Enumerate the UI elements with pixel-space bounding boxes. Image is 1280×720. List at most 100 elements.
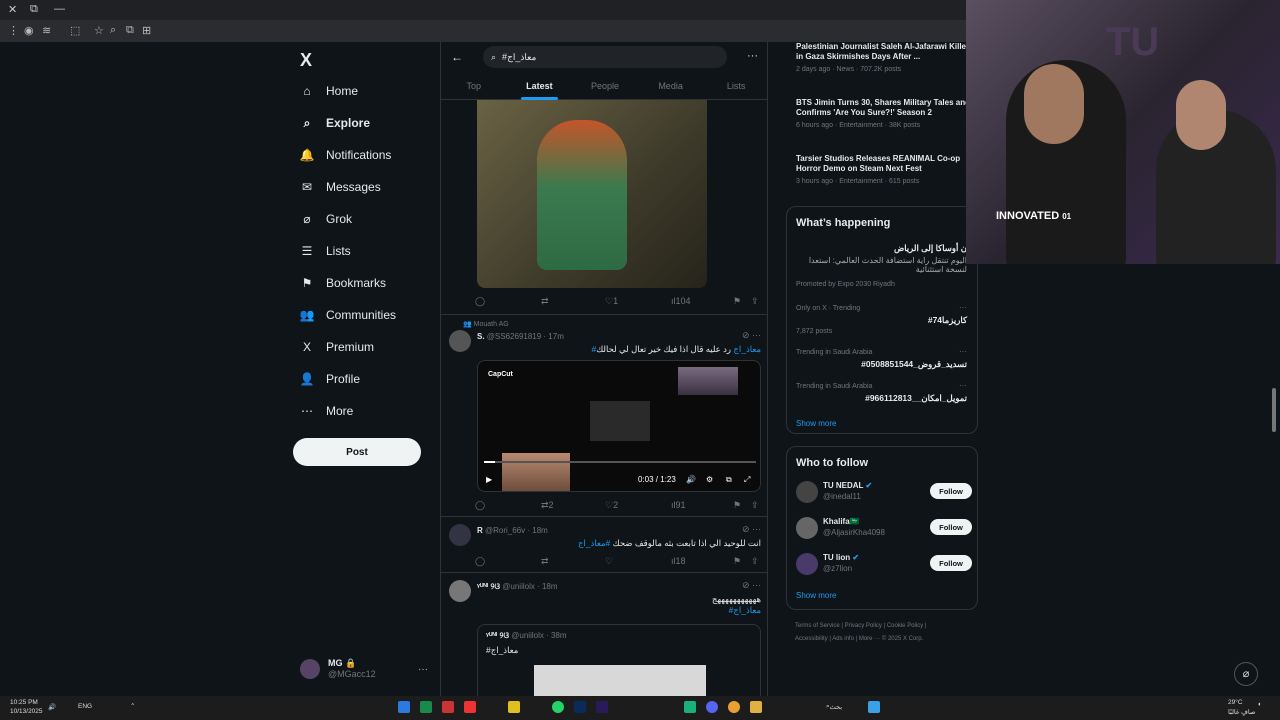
avatar[interactable]	[449, 524, 471, 546]
weather-icon[interactable]: ◐	[1258, 701, 1262, 708]
profile-icon[interactable]: ◉	[24, 24, 34, 37]
bookmark-icon[interactable]: ⚑	[733, 556, 741, 567]
trend-name[interactable]: #تمويل_امكان__966112813	[865, 393, 967, 404]
tab-top[interactable]: Top	[441, 76, 507, 100]
avatar[interactable]	[449, 330, 471, 352]
close-window-icon[interactable]: ✕	[8, 3, 17, 16]
trend-name[interactable]: #تسديد_قروض_0508851544	[861, 359, 967, 370]
trend-name[interactable]: #كاريزما74	[928, 315, 967, 326]
hashtag-link[interactable]: #معاذ_اج	[729, 605, 761, 616]
pip-icon[interactable]: ⧉	[726, 475, 732, 485]
account-more-icon[interactable]: ···	[418, 664, 428, 675]
repost-icon[interactable]: ⇄ 2	[541, 500, 554, 511]
tab-media[interactable]: Media	[638, 76, 704, 100]
play-icon[interactable]: ▶	[486, 475, 492, 484]
translate-icon[interactable]: ⧉	[126, 24, 134, 37]
tab-latest[interactable]: Latest	[507, 76, 573, 100]
taskbar-app-icon[interactable]	[442, 701, 454, 713]
tweet-author[interactable]: R @Rori_66v · 18m	[477, 526, 548, 535]
grok-fab-icon[interactable]: ⌀	[1234, 662, 1258, 686]
follow-button[interactable]: Follow	[930, 519, 972, 535]
sidebar-item-premium[interactable]: X Premium	[300, 335, 374, 359]
like-icon[interactable]: ♡ 2	[605, 500, 618, 511]
footer-link[interactable]: More ···	[859, 636, 880, 642]
promo-title[interactable]: ن أوساكا إلى الرياض	[894, 243, 967, 254]
weather-temp[interactable]: 29°C	[1228, 699, 1243, 706]
share-icon[interactable]: ⇪	[751, 500, 759, 511]
tab-lists[interactable]: Lists	[703, 76, 767, 100]
like-icon[interactable]: ♡ 1	[605, 296, 618, 307]
back-arrow-icon[interactable]: ←	[451, 50, 463, 64]
bookmark-star-icon[interactable]: ☆	[94, 24, 104, 37]
taskbar-app-icon[interactable]	[684, 701, 696, 713]
settings-icon[interactable]: ⚙	[706, 475, 713, 484]
search-options-icon[interactable]: ···	[747, 50, 758, 62]
share-icon[interactable]: ⬚	[70, 24, 80, 37]
volume-icon[interactable]: 🔊	[48, 703, 56, 711]
file-explorer-icon[interactable]	[750, 701, 762, 713]
sidebar-item-notifications[interactable]: 🔔 Notifications	[300, 143, 392, 167]
windows-start-icon[interactable]	[868, 701, 880, 713]
menu-icon[interactable]: ⋮	[8, 24, 19, 37]
hashtag-link[interactable]: #معاذ_اج	[578, 538, 610, 548]
sidebar-item-more[interactable]: ⋯ More	[300, 399, 353, 423]
share-icon[interactable]: ⇪	[751, 556, 759, 567]
views-icon[interactable]: ıl 91	[671, 500, 686, 510]
taskbar-app-icon[interactable]	[420, 701, 432, 713]
follow-suggestion[interactable]: Khalifa🇸🇦 @AljasirKha4098 Follow	[796, 515, 972, 543]
follow-suggestion[interactable]: TU NEDAL ✔ @inedal11 Follow	[796, 479, 972, 507]
views-icon[interactable]: ıl 104	[671, 296, 691, 306]
sidebar-item-bookmarks[interactable]: ⚑ Bookmarks	[300, 271, 386, 295]
news-item[interactable]: Tarsier Studios Releases REANIMAL Co-op …	[796, 154, 974, 187]
discord-icon[interactable]	[706, 701, 718, 713]
bookmark-icon[interactable]: ⚑	[733, 296, 741, 307]
footer-link[interactable]: Terms of Service	[795, 623, 840, 629]
video-player[interactable]: CapCut ▶ 0:03 / 1:23 🔊 ⚙ ⧉ ⤢	[477, 360, 761, 492]
follow-button[interactable]: Follow	[930, 483, 972, 499]
news-item[interactable]: BTS Jimin Turns 30, Shares Military Tale…	[796, 98, 974, 131]
x-logo[interactable]: X	[300, 50, 312, 71]
chrome-icon[interactable]	[728, 701, 740, 713]
reply-icon[interactable]: ◯	[475, 296, 485, 307]
share-icon[interactable]: ⇪	[751, 296, 759, 307]
reply-icon[interactable]: ◯	[475, 500, 485, 511]
follow-suggestion[interactable]: TU lion ✔ @z7lion Follow	[796, 551, 972, 579]
video-progress[interactable]	[484, 461, 756, 463]
tweet-more-icon[interactable]: ⊘ ···	[742, 580, 761, 591]
footer-link[interactable]: Ads info	[832, 636, 854, 642]
quoted-tweet[interactable]: ᵞᵁᴺᴵ ୨ଓ @uniilolx · 38m #معاذ_اج	[477, 624, 761, 696]
trend-more-icon[interactable]: ···	[959, 381, 967, 390]
restore-window-icon[interactable]: ⧉	[30, 3, 38, 16]
extension-icon[interactable]: ≋	[42, 24, 51, 37]
show-more-link[interactable]: Show more	[796, 591, 836, 600]
sidebar-item-communities[interactable]: 👥 Communities	[300, 303, 397, 327]
tweet-more-icon[interactable]: ⊘ ···	[742, 330, 761, 341]
search-page-icon[interactable]: ⌕	[110, 24, 116, 37]
news-item[interactable]: Palestinian Journalist Saleh Al-Jafarawi…	[796, 42, 974, 75]
avatar[interactable]	[449, 580, 471, 602]
sidebar-item-home[interactable]: ⌂ Home	[300, 79, 358, 103]
tweet-more-icon[interactable]: ⊘ ···	[742, 524, 761, 535]
taskbar-app-icon[interactable]	[508, 701, 520, 713]
reply-icon[interactable]: ◯	[475, 556, 485, 567]
footer-link[interactable]: Privacy Policy	[845, 623, 882, 629]
show-more-link[interactable]: Show more	[796, 419, 836, 428]
premiere-icon[interactable]	[596, 701, 608, 713]
tab-search-icon[interactable]: ⊞	[142, 24, 151, 37]
sidebar-item-messages[interactable]: ✉ Messages	[300, 175, 381, 199]
trend-more-icon[interactable]: ···	[959, 347, 967, 356]
taskbar-search[interactable]: ⌕ بحث	[826, 703, 842, 711]
sidebar-item-grok[interactable]: ⌀ Grok	[300, 207, 352, 231]
whatsapp-icon[interactable]	[552, 701, 564, 713]
tweet-author[interactable]: S. @SS62691819 · 17m	[477, 332, 564, 341]
language-indicator[interactable]: ENG	[78, 703, 92, 710]
search-input[interactable]: ⌕ #معاذ_اج	[483, 46, 727, 68]
repost-icon[interactable]: ⇄	[541, 556, 549, 567]
photoshop-icon[interactable]	[574, 701, 586, 713]
minimize-window-icon[interactable]: —	[54, 3, 65, 15]
taskbar-app-icon[interactable]	[398, 701, 410, 713]
repost-icon[interactable]: ⇄	[541, 296, 549, 307]
footer-link[interactable]: Accessibility	[795, 636, 828, 642]
sidebar-item-lists[interactable]: ☰ Lists	[300, 239, 351, 263]
account-switcher[interactable]: MG 🔒 @MGacc12	[300, 658, 376, 679]
